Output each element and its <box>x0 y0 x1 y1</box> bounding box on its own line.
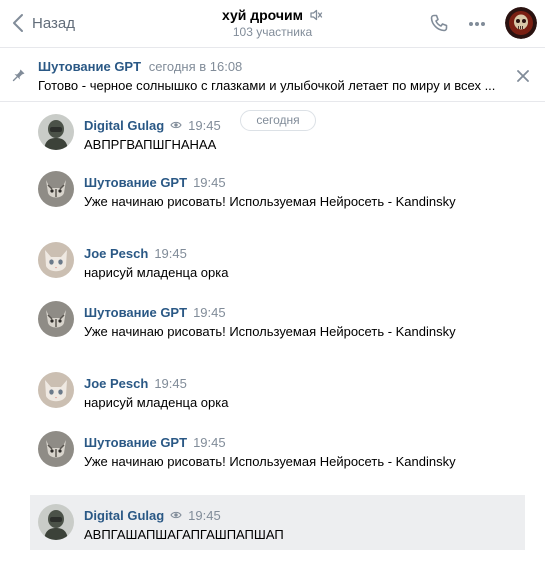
message-item-highlighted[interactable]: Digital Gulag 19:45 АВПГАШАПШАГАПГАШПАПШ… <box>30 495 525 550</box>
back-label: Назад <box>32 14 75 32</box>
pinned-message[interactable]: Шутование GPT сегодня в 16:08 Готово - ч… <box>0 52 545 102</box>
message-text: Уже начинаю рисовать! Используемая Нейро… <box>84 194 456 209</box>
message-item[interactable]: Шутование GPT 19:45 Уже начинаю рисовать… <box>30 425 525 487</box>
pinned-header: Шутование GPT сегодня в 16:08 <box>38 59 242 74</box>
pinned-time: сегодня в 16:08 <box>148 59 243 74</box>
message-text: нарисуй младенца орка <box>84 265 229 280</box>
kitten-avatar-icon <box>38 372 74 408</box>
avatar[interactable] <box>38 431 74 467</box>
message-text: Уже начинаю рисовать! Используемая Нейро… <box>84 454 456 469</box>
message-time: 19:45 <box>193 434 226 450</box>
more-dots-icon <box>469 22 485 26</box>
chat-member-count: 103 участника <box>232 25 313 39</box>
avatar[interactable] <box>38 372 74 408</box>
cat-avatar-icon <box>38 171 74 207</box>
chat-header: Назад хуй дрочим 103 участника <box>0 0 545 48</box>
skull-avatar-icon <box>505 7 537 39</box>
back-button[interactable]: Назад <box>12 13 75 33</box>
message-text: АВПГАШАПШАГАПГАШПАПШАП <box>84 527 284 542</box>
more-button[interactable] <box>467 14 487 39</box>
unpin-button[interactable] <box>517 69 529 87</box>
message-item[interactable]: Joe Pesch 19:45 нарисуй младенца орка <box>30 236 525 286</box>
message-time: 19:45 <box>193 174 226 190</box>
message-item[interactable]: Digital Gulag 19:45 АВПРГВАПШГНАНАА <box>30 108 525 160</box>
cat-avatar-icon <box>38 431 74 467</box>
message-time: 19:45 <box>188 117 221 133</box>
eye-icon <box>170 511 182 519</box>
chevron-left-icon <box>13 14 23 32</box>
message-author[interactable]: Joe Pesch <box>84 246 148 261</box>
avatar[interactable] <box>38 114 74 150</box>
pinned-author[interactable]: Шутование GPT <box>38 59 141 74</box>
message-author[interactable]: Joe Pesch <box>84 376 148 391</box>
message-author[interactable]: Digital Gulag <box>84 118 164 133</box>
message-text: Уже начинаю рисовать! Используемая Нейро… <box>84 324 456 339</box>
chat-avatar[interactable] <box>505 7 537 39</box>
call-button[interactable] <box>429 13 449 38</box>
message-time: 19:45 <box>188 507 221 523</box>
phone-icon <box>430 14 448 32</box>
kitten-avatar-icon <box>38 242 74 278</box>
chat-title-block[interactable]: хуй дрочим 103 участника <box>180 7 365 39</box>
avatar[interactable] <box>38 242 74 278</box>
soldier-avatar-icon <box>38 504 74 540</box>
message-text: нарисуй младенца орка <box>84 395 229 410</box>
message-item[interactable]: Шутование GPT 19:45 Уже начинаю рисовать… <box>30 295 525 357</box>
close-icon <box>517 70 529 82</box>
message-item[interactable]: Joe Pesch 19:45 нарисуй младенца орка <box>30 366 525 416</box>
message-author[interactable]: Шутование GPT <box>84 305 187 320</box>
message-author[interactable]: Digital Gulag <box>84 508 164 523</box>
chat-title: хуй дрочим <box>222 7 303 23</box>
avatar[interactable] <box>38 301 74 337</box>
muted-icon <box>310 9 323 21</box>
message-item[interactable]: Шутование GPT 19:45 Уже начинаю рисовать… <box>30 165 525 227</box>
avatar[interactable] <box>38 171 74 207</box>
message-text: АВПРГВАПШГНАНАА <box>84 137 217 152</box>
message-time: 19:45 <box>154 245 187 261</box>
message-time: 19:45 <box>193 304 226 320</box>
pin-icon <box>12 69 25 82</box>
soldier-avatar-icon <box>38 114 74 150</box>
cat-avatar-icon <box>38 301 74 337</box>
message-author[interactable]: Шутование GPT <box>84 175 187 190</box>
avatar[interactable] <box>38 504 74 540</box>
eye-icon <box>170 121 182 129</box>
message-author[interactable]: Шутование GPT <box>84 435 187 450</box>
message-time: 19:45 <box>154 375 187 391</box>
pinned-text: Готово - черное солнышко с глазками и ул… <box>38 78 496 93</box>
